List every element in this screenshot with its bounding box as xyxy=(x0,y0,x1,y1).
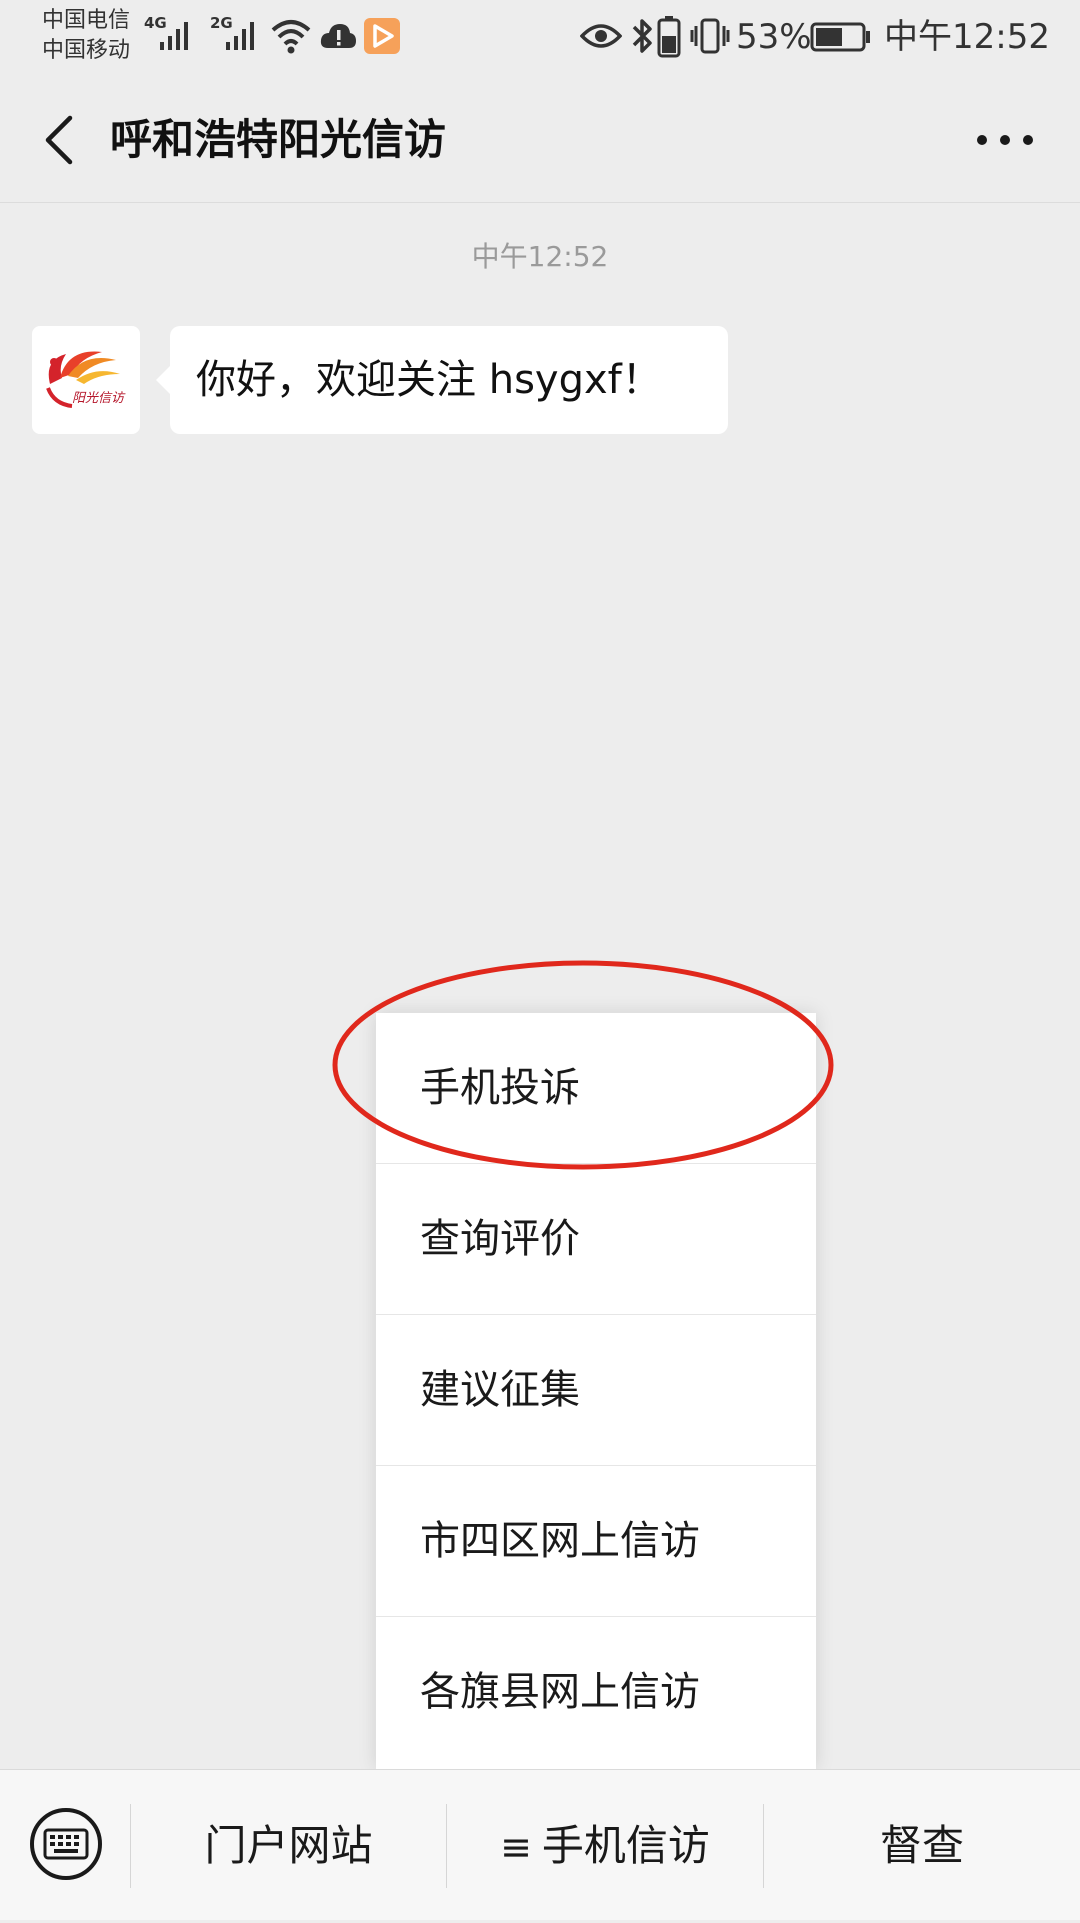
signal-icon xyxy=(226,22,254,50)
carrier-2-label: 中国移动 xyxy=(42,38,131,63)
wifi-icon xyxy=(271,20,311,54)
battery-icon xyxy=(810,22,870,52)
title-bar: 呼和浩特阳光信访 xyxy=(0,78,1080,203)
battery-percent: 53% xyxy=(736,17,812,57)
signal-icon xyxy=(160,22,188,50)
avatar[interactable]: 阳光信访 xyxy=(32,326,140,434)
sunshine-logo-icon: 阳光信访 xyxy=(46,351,126,408)
submenu-item-mobile-complaint[interactable]: 手机投诉 xyxy=(376,1013,816,1164)
submenu-item-city-districts-petition[interactable]: 市四区网上信访 xyxy=(376,1466,816,1617)
bluetooth-icon xyxy=(632,19,652,53)
menu-tab-portal-website[interactable]: 门户网站 xyxy=(131,1770,446,1921)
chat-timestamp: 中午12:52 xyxy=(471,240,609,273)
menu-list-icon: ≡ xyxy=(500,1825,532,1869)
submenu-item-label: 各旗县网上信访 xyxy=(420,1669,700,1715)
submenu-item-label: 手机投诉 xyxy=(420,1065,580,1111)
status-time: 中午12:52 xyxy=(884,17,1050,57)
menu-tab-mobile-petition[interactable]: ≡ 手机信访 xyxy=(447,1770,763,1921)
page-title: 呼和浩特阳光信访 xyxy=(110,115,447,164)
submenu-item-suggestion-collection[interactable]: 建议征集 xyxy=(376,1315,816,1466)
menu-tab-label: 手机信访 xyxy=(541,1821,710,1870)
carrier-1-label: 中国电信 xyxy=(42,8,131,33)
keyboard-icon[interactable] xyxy=(28,1806,104,1882)
vibrate-icon xyxy=(690,18,730,54)
menu-tab-label: 门户网站 xyxy=(204,1821,373,1870)
message-bubble[interactable]: 你好，欢迎关注 hsygxf！ xyxy=(156,326,728,434)
status-bar: 中国电信 中国移动 4G 2G 53% 中午12:52 xyxy=(0,0,1080,78)
submenu-popup: 手机投诉 查询评价 建议征集 市四区网上信访 各旗县网上信访 xyxy=(376,1013,816,1769)
carrier-labels: 中国电信 中国移动 xyxy=(42,6,130,66)
cloud-alert-icon xyxy=(320,24,356,48)
chevron-left-icon[interactable] xyxy=(30,108,94,172)
submenu-item-query-evaluation[interactable]: 查询评价 xyxy=(376,1164,816,1315)
media-app-icon xyxy=(364,18,400,54)
bottom-menu-bar: 门户网站 ≡ 手机信访 督查 xyxy=(0,1769,1080,1920)
submenu-item-label: 建议征集 xyxy=(420,1367,580,1413)
submenu-item-label: 查询评价 xyxy=(420,1216,580,1262)
battery-charging-icon xyxy=(657,16,681,58)
submenu-item-counties-petition[interactable]: 各旗县网上信访 xyxy=(376,1617,816,1768)
menu-tab-label: 督查 xyxy=(879,1821,964,1870)
message-text: 你好，欢迎关注 hsygxf！ xyxy=(196,357,662,403)
avatar-text: 阳光信访 xyxy=(72,391,126,406)
menu-tab-supervision[interactable]: 督查 xyxy=(764,1770,1080,1921)
eye-icon xyxy=(580,24,622,48)
more-dots-icon[interactable] xyxy=(970,118,1040,162)
submenu-item-label: 市四区网上信访 xyxy=(420,1518,700,1564)
